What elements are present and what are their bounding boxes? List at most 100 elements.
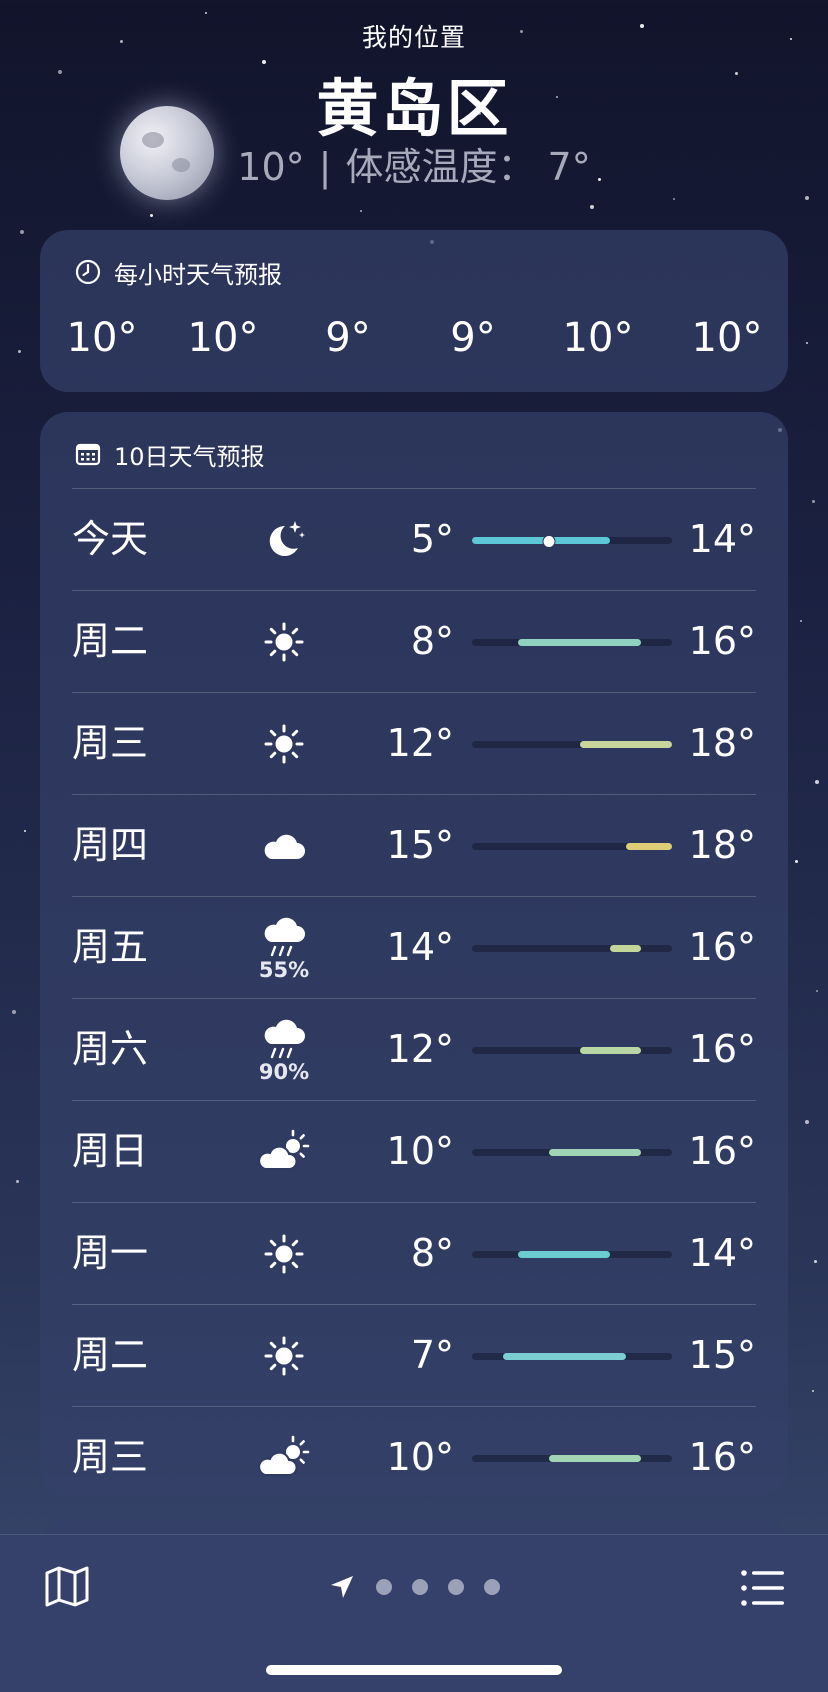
day-icon-wrap: 90% — [254, 999, 314, 1100]
current-temp-dot — [542, 535, 556, 548]
page-dot[interactable] — [484, 1579, 500, 1595]
ten-day-forecast-card[interactable]: 10日天气预报 今天 5° 14° 周二 8° 16° 周三 12° 18° 周… — [40, 412, 788, 1496]
list-icon[interactable] — [738, 1563, 788, 1613]
day-name: 周日 — [72, 1129, 149, 1173]
temp-range-track — [472, 1047, 672, 1054]
day-icon-wrap — [254, 591, 314, 692]
hourly-title-text: 每小时天气预报 — [114, 260, 282, 289]
cloud-sun-icon — [255, 1129, 313, 1175]
day-low-temp: 12° — [386, 1027, 454, 1071]
temp-range-track — [472, 1251, 672, 1258]
day-name: 周三 — [72, 1435, 149, 1479]
star — [805, 1120, 809, 1124]
day-low-temp: 7° — [410, 1333, 454, 1377]
day-row[interactable]: 周三 12° 18° — [72, 692, 756, 794]
star — [815, 780, 819, 784]
day-name: 周三 — [72, 721, 149, 765]
day-icon-wrap: 55% — [254, 897, 314, 998]
star — [590, 205, 594, 209]
temp-range-bar — [625, 843, 672, 850]
page-dot[interactable] — [412, 1579, 428, 1595]
current-conditions: 10° | 体感温度： 7° — [0, 136, 828, 191]
star — [360, 210, 362, 212]
star — [16, 1180, 19, 1183]
moon-stars-icon — [261, 517, 307, 563]
day-high-temp: 18° — [688, 721, 756, 765]
day-row[interactable]: 周三 10° 16° — [72, 1406, 756, 1508]
day-high-temp: 16° — [688, 619, 756, 663]
hourly-forecast-card[interactable]: 每小时天气预报 10° 10° 9° 9° 10° 10° — [40, 230, 788, 392]
precip-chance: 55% — [258, 957, 310, 982]
home-indicator[interactable] — [266, 1665, 562, 1675]
day-low-temp: 8° — [410, 619, 454, 663]
map-icon[interactable] — [42, 1561, 92, 1611]
temp-range-bar — [579, 741, 672, 748]
star — [800, 620, 802, 622]
day-row[interactable]: 周五 55% 14° 16° — [72, 896, 756, 998]
day-row[interactable]: 周六 90% 12° 16° — [72, 998, 756, 1100]
page-dot[interactable] — [448, 1579, 464, 1595]
day-icon-wrap — [254, 795, 314, 896]
daily-title-text: 10日天气预报 — [114, 442, 265, 471]
star — [812, 1390, 814, 1392]
day-icon-wrap — [254, 1407, 314, 1508]
day-name: 今天 — [72, 517, 149, 561]
hourly-temps: 10° 10° 9° 9° 10° 10° — [40, 315, 788, 385]
star — [673, 198, 675, 200]
day-row[interactable]: 周日 10° 16° — [72, 1100, 756, 1202]
bottom-toolbar — [0, 1534, 828, 1692]
day-icon-wrap — [254, 693, 314, 794]
star — [816, 990, 818, 992]
page-dot[interactable] — [376, 1579, 392, 1595]
temp-range-bar — [502, 1353, 626, 1360]
city-name: 黄岛区 — [316, 72, 512, 145]
current-temp: 10° — [237, 145, 305, 189]
hour-temp-4: 9° — [450, 315, 496, 361]
sun-icon — [261, 1231, 307, 1277]
temp-range-bar — [579, 1047, 642, 1054]
temp-range-bar — [518, 639, 642, 646]
day-high-temp: 16° — [688, 1435, 756, 1479]
day-name: 周一 — [72, 1231, 149, 1275]
day-low-temp: 10° — [386, 1435, 454, 1479]
day-low-temp: 8° — [410, 1231, 454, 1275]
day-row[interactable]: 今天 5° 14° — [72, 488, 756, 590]
daily-forecast-title: 10日天气预报 — [74, 434, 265, 474]
separator: | — [318, 145, 332, 189]
star — [18, 350, 21, 353]
day-row[interactable]: 周二 7° 15° — [72, 1304, 756, 1406]
day-high-temp: 14° — [688, 1231, 756, 1275]
location-label: 我的位置 — [361, 23, 466, 52]
temp-range-track — [472, 843, 672, 850]
star — [12, 1010, 16, 1014]
day-low-temp: 10° — [386, 1129, 454, 1173]
day-low-temp: 5° — [410, 517, 454, 561]
day-name: 周二 — [72, 1333, 149, 1377]
hour-temp-2: 10° — [187, 315, 259, 361]
day-high-temp: 16° — [688, 1129, 756, 1173]
day-name: 周六 — [72, 1027, 149, 1071]
clock-icon — [75, 259, 101, 285]
temp-range-track — [472, 1353, 672, 1360]
day-high-temp: 14° — [688, 517, 756, 561]
cloud-rain-icon — [259, 914, 309, 960]
precip-chance: 90% — [258, 1059, 310, 1084]
day-row[interactable]: 周四 15° 18° — [72, 794, 756, 896]
day-high-temp: 16° — [688, 925, 756, 969]
hour-temp-5: 10° — [562, 315, 634, 361]
sun-icon — [261, 619, 307, 665]
day-icon-wrap — [254, 489, 314, 590]
hour-temp-3: 9° — [325, 315, 371, 361]
day-low-temp: 14° — [386, 925, 454, 969]
day-low-temp: 12° — [386, 721, 454, 765]
star — [814, 1260, 817, 1263]
page-indicator[interactable] — [328, 1569, 500, 1605]
day-row[interactable]: 周二 8° 16° — [72, 590, 756, 692]
day-row[interactable]: 周一 8° 14° — [72, 1202, 756, 1304]
star — [812, 500, 815, 503]
hour-temp-6: 10° — [691, 315, 763, 361]
temp-range-bar — [518, 1251, 611, 1258]
day-high-temp: 15° — [688, 1333, 756, 1377]
cloud-rain-icon — [259, 1016, 309, 1062]
location-arrow-icon[interactable] — [328, 1573, 356, 1601]
